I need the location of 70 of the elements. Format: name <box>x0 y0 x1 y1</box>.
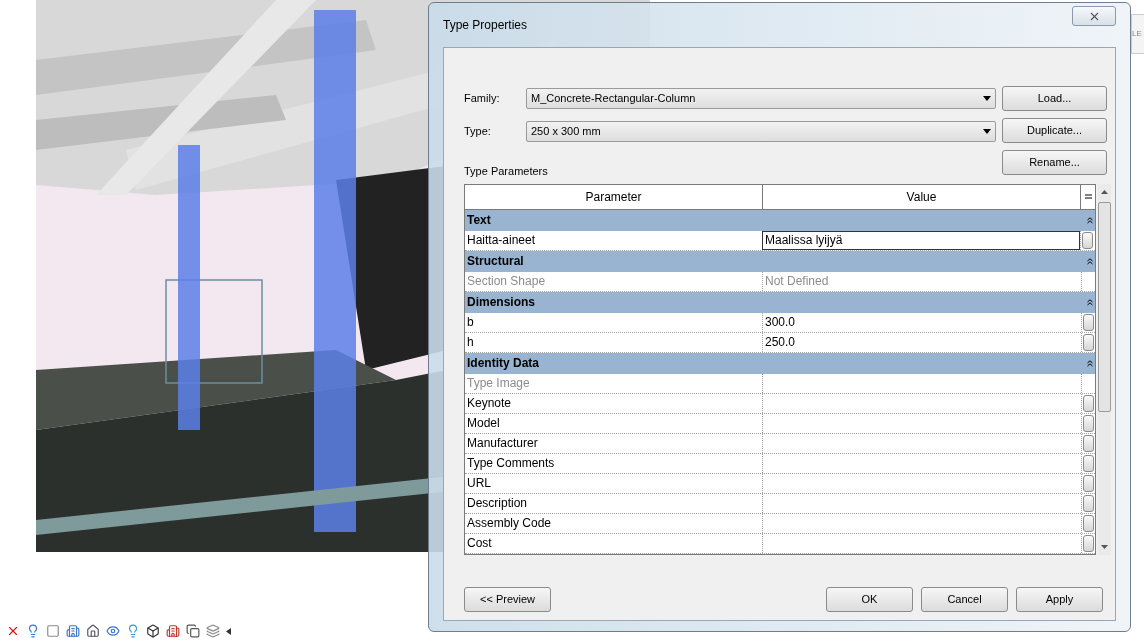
background-label: LE <box>1132 30 1142 38</box>
dropdown[interactable]: M_Concrete-Rectangular-Column <box>526 88 996 109</box>
edit-button[interactable] <box>1083 474 1094 492</box>
edit-button[interactable] <box>1083 313 1094 331</box>
parameter-cell: Description <box>465 493 763 513</box>
dialog-button[interactable]: Rename... <box>1002 150 1107 175</box>
collapse-icon <box>1087 359 1093 367</box>
edit-button[interactable] <box>1082 231 1093 249</box>
dropdown-arrow-icon <box>983 96 991 101</box>
collapse-icon <box>1087 257 1093 265</box>
parameter-cell: Cost <box>465 533 763 553</box>
column-header: Value <box>763 184 1081 209</box>
parameter-cell: Type Image <box>465 373 763 393</box>
edit-button[interactable] <box>1083 394 1094 412</box>
preview-button[interactable]: << Preview <box>464 587 551 612</box>
scrollbar-thumb[interactable] <box>1098 201 1111 412</box>
value-cell[interactable]: 250.0 <box>763 332 1081 352</box>
parameter-cell: Haitta-aineet <box>465 230 763 250</box>
layers-icon[interactable] <box>206 624 220 638</box>
field-label: Family: <box>464 91 501 107</box>
house-icon[interactable] <box>86 624 100 638</box>
group-header[interactable]: Dimensions <box>465 291 1095 313</box>
dialog-button[interactable]: Load... <box>1002 86 1107 111</box>
collapse-icon <box>1087 216 1093 224</box>
edit-button[interactable] <box>1083 534 1094 552</box>
parameter-cell: Model <box>465 413 763 433</box>
group-header[interactable]: Structural <box>465 250 1095 272</box>
collapse-icon <box>1087 298 1093 306</box>
parameter-cell: h <box>465 332 763 352</box>
dialog-button[interactable]: OK <box>826 587 913 612</box>
dialog-button[interactable]: Duplicate... <box>1002 118 1107 143</box>
edit-button[interactable] <box>1083 514 1094 532</box>
field-label: Type: <box>464 124 492 140</box>
equals-icon[interactable] <box>1084 194 1092 199</box>
window-title: Type Properties <box>443 17 528 34</box>
eye-icon[interactable] <box>106 624 120 638</box>
close-button[interactable] <box>1072 6 1116 26</box>
building-icon[interactable] <box>66 624 80 638</box>
value-cell[interactable]: Maalissa lyijyä <box>762 230 1080 250</box>
scroll-down-icon[interactable] <box>1101 544 1108 549</box>
edit-button[interactable] <box>1083 454 1094 472</box>
edit-button[interactable] <box>1083 333 1094 351</box>
scroll-up-icon[interactable] <box>1101 189 1108 194</box>
value-cell[interactable]: 300.0 <box>763 312 1081 332</box>
parameter-cell: URL <box>465 473 763 493</box>
group-header[interactable]: Identity Data <box>465 352 1095 374</box>
section-label: Type Parameters <box>464 164 549 179</box>
dialog-button[interactable]: Cancel <box>921 587 1008 612</box>
group-header[interactable]: Text <box>465 209 1095 231</box>
column-header: Parameter <box>465 184 763 209</box>
parameter-cell: Keynote <box>465 393 763 413</box>
dialog-button[interactable]: Apply <box>1016 587 1103 612</box>
dropdown[interactable]: 250 x 300 mm <box>526 121 996 142</box>
edit-button[interactable] <box>1083 414 1094 432</box>
parameter-cell: Type Comments <box>465 453 763 473</box>
box-icon[interactable] <box>146 624 160 638</box>
edit-button[interactable] <box>1083 434 1094 452</box>
dropdown-arrow-icon <box>983 129 991 134</box>
building-icon[interactable] <box>166 624 180 638</box>
close-icon[interactable] <box>6 624 20 638</box>
parameter-cell: Assembly Code <box>465 513 763 533</box>
edit-button[interactable] <box>1083 494 1094 512</box>
caret-icon[interactable] <box>226 627 231 635</box>
lightbulb-icon[interactable] <box>126 624 140 638</box>
parameter-cell: b <box>465 312 763 332</box>
parameter-cell: Section Shape <box>465 271 763 291</box>
parameter-cell: Manufacturer <box>465 433 763 453</box>
copy-icon[interactable] <box>186 624 200 638</box>
lightbulb-icon[interactable] <box>26 624 40 638</box>
square-icon[interactable] <box>46 624 60 638</box>
